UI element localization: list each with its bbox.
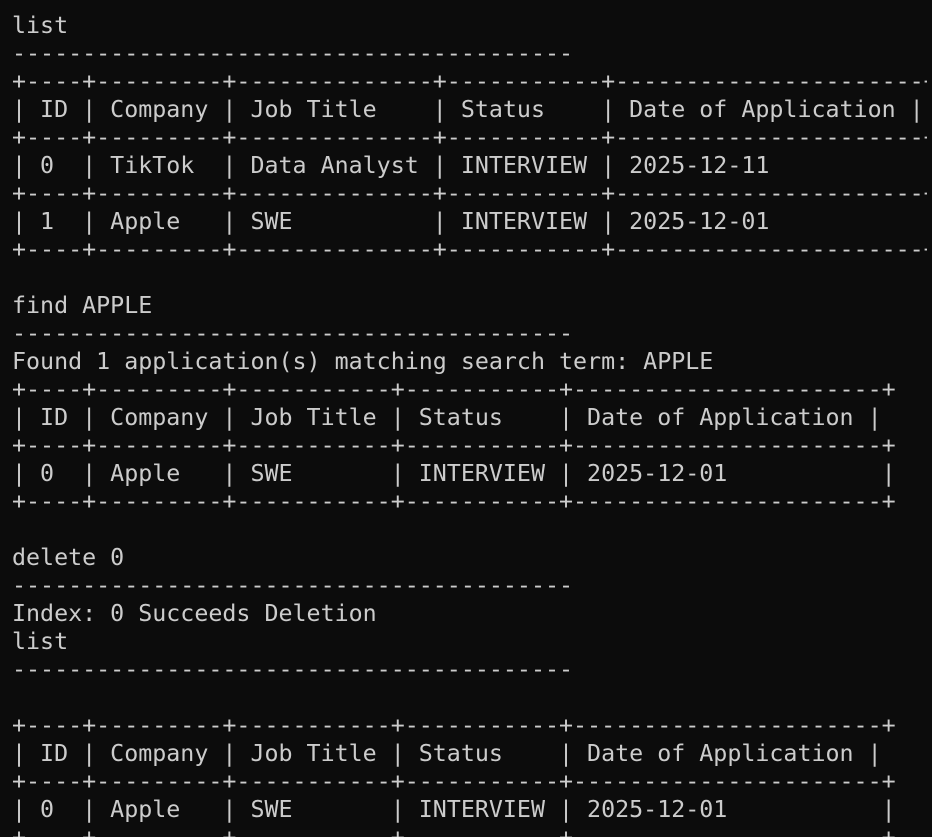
table-border: +----+---------+--------------+---------…	[12, 180, 927, 207]
table-border: +----+---------+-----------+-----------+…	[12, 376, 896, 403]
table-border: +----+---------+-----------+-----------+…	[12, 768, 896, 795]
table-border: +----+---------+-----------+-----------+…	[12, 488, 896, 515]
separator-line: ----------------------------------------	[12, 40, 574, 67]
table-border: +----+---------+-----------+-----------+…	[12, 432, 896, 459]
terminal-output: list -----------------------------------…	[12, 12, 927, 837]
command-line: delete 0	[12, 544, 125, 571]
table-border: +----+---------+--------------+---------…	[12, 68, 927, 95]
result-message: Found 1 application(s) matching search t…	[12, 348, 714, 375]
table-border: +----+---------+-----------+-----------+…	[12, 712, 896, 739]
result-message: Index: 0 Succeeds Deletion	[12, 600, 377, 627]
table-border: +----+---------+--------------+---------…	[12, 236, 927, 263]
table-border: +----+---------+-----------+-----------+…	[12, 824, 927, 837]
table-row: | 0 | Apple | SWE | INTERVIEW | 2025-12-…	[12, 460, 896, 487]
table-header-row: | ID | Company | Job Title | Status | Da…	[12, 740, 882, 767]
table-header-row: | ID | Company | Job Title | Status | Da…	[12, 404, 882, 431]
command-line: find APPLE	[12, 292, 153, 319]
table-row: | 0 | Apple | SWE | INTERVIEW | 2025-12-…	[12, 796, 896, 823]
separator-line: ----------------------------------------	[12, 320, 574, 347]
table-row: | 0 | TikTok | Data Analyst | INTERVIEW …	[12, 152, 927, 179]
separator-line: ----------------------------------------	[12, 656, 574, 683]
table-border: +----+---------+--------------+---------…	[12, 124, 927, 151]
command-line: list	[12, 628, 69, 655]
separator-line: ----------------------------------------	[12, 572, 574, 599]
command-line: list	[12, 12, 69, 39]
table-header-row: | ID | Company | Job Title | Status | Da…	[12, 96, 924, 123]
table-row: | 1 | Apple | SWE | INTERVIEW | 2025-12-…	[12, 208, 927, 235]
